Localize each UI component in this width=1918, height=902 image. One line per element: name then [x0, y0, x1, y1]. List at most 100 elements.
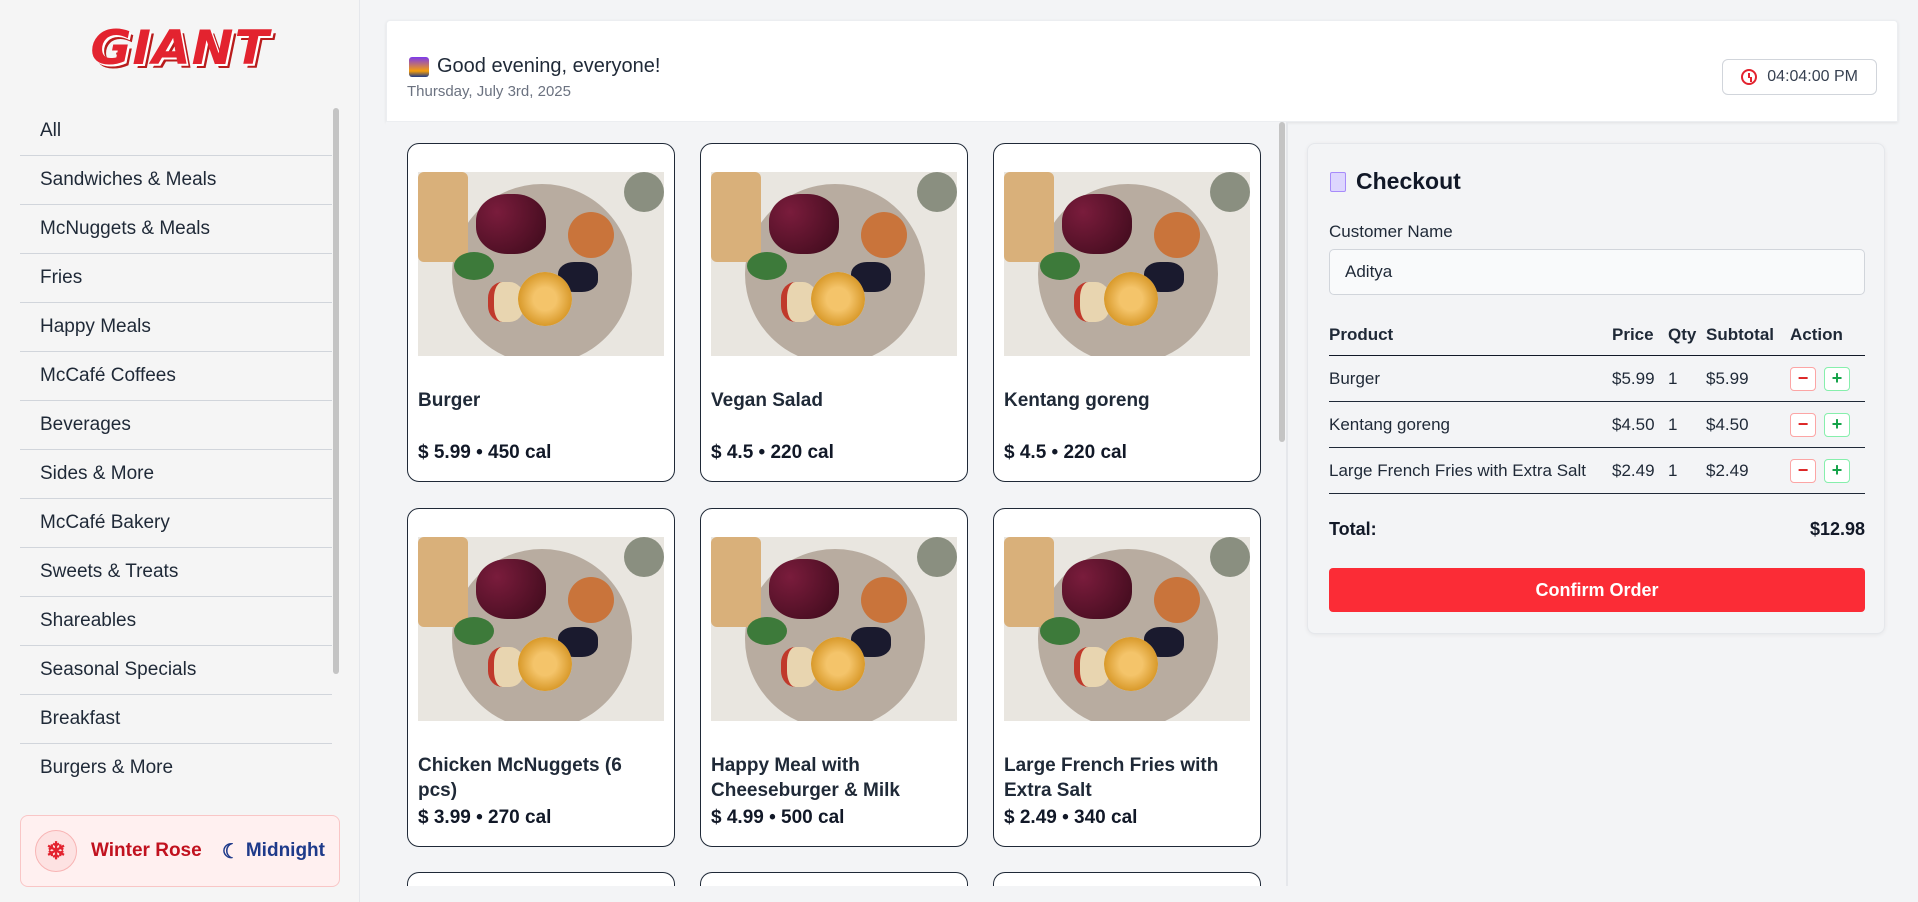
time-text: 04:04:00 PM: [1767, 68, 1858, 85]
product-card-chicken-mcnuggets[interactable]: Chicken McNuggets (6 pcs) $ 3.99 • 270 c…: [407, 508, 675, 847]
checkout-panel: Checkout Customer Name Product Price Qty…: [1307, 143, 1885, 634]
category-item-burgers-more[interactable]: Burgers & More: [20, 744, 332, 781]
clock-icon: [1741, 69, 1758, 85]
customer-name-input[interactable]: [1329, 249, 1865, 295]
checkout-title: Checkout: [1330, 168, 1461, 195]
sidebar-scrollbar[interactable]: [333, 108, 339, 674]
col-product: Product: [1329, 324, 1394, 344]
category-item-sweets-treats[interactable]: Sweets & Treats: [20, 548, 332, 597]
product-card-partial[interactable]: [700, 872, 968, 886]
decrease-qty-button[interactable]: −: [1790, 458, 1816, 483]
moon-icon: ☾: [221, 840, 240, 863]
total-row: Total: $12.98: [1329, 519, 1865, 540]
greeting: Good evening, everyone!: [409, 55, 661, 78]
order-subtotal: $5.99: [1706, 368, 1749, 388]
date-text: Thursday, July 3rd, 2025: [407, 83, 571, 100]
brand-logo[interactable]: GIANT: [0, 18, 360, 78]
theme-midnight-button[interactable]: ☾ Midnight: [222, 839, 325, 864]
order-qty: 1: [1668, 368, 1678, 388]
category-item-mcnuggets-meals[interactable]: McNuggets & Meals: [20, 205, 332, 254]
total-label: Total:: [1329, 519, 1377, 539]
order-row: Kentang goreng $4.50 1 $4.50 − +: [1329, 402, 1865, 448]
increase-qty-button[interactable]: +: [1824, 458, 1850, 483]
total-value: $12.98: [1809, 519, 1865, 539]
category-list: All Sandwiches & Meals McNuggets & Meals…: [20, 107, 332, 781]
product-image: [711, 537, 957, 721]
category-item-seasonal-specials[interactable]: Seasonal Specials: [20, 646, 332, 695]
col-qty: Qty: [1668, 324, 1697, 344]
clock-pill: 04:04:00 PM: [1722, 59, 1877, 95]
order-actions: − +: [1790, 412, 1865, 437]
decrease-qty-button[interactable]: −: [1790, 412, 1816, 437]
col-action: Action: [1790, 324, 1843, 344]
greeting-text: Good evening, everyone!: [437, 55, 661, 77]
decrease-qty-button[interactable]: −: [1790, 366, 1816, 391]
product-name: Kentang goreng: [1004, 390, 1150, 411]
increase-qty-button[interactable]: +: [1824, 366, 1850, 391]
category-item-breakfast[interactable]: Breakfast: [20, 695, 332, 744]
product-name: Large French Fries with Extra Salt: [1004, 755, 1219, 801]
logo-text: GIANT: [90, 20, 270, 76]
product-name: Vegan Salad: [711, 390, 823, 411]
product-card-burger[interactable]: Burger $ 5.99 • 450 cal: [407, 143, 675, 482]
product-image: [1004, 537, 1250, 721]
product-price: $ 3.99 • 270 cal: [418, 807, 552, 828]
receipt-icon: [1330, 171, 1346, 192]
category-item-mccafe-bakery[interactable]: McCafé Bakery: [20, 499, 332, 548]
product-grid: Burger $ 5.99 • 450 cal Vegan Salad $ 4.…: [386, 122, 1286, 886]
order-actions: − +: [1790, 366, 1865, 391]
col-subtotal: Subtotal: [1706, 324, 1774, 344]
increase-qty-button[interactable]: +: [1824, 412, 1850, 437]
theme-midnight-label: Midnight: [245, 840, 325, 861]
product-price: $ 5.99 • 450 cal: [418, 442, 552, 463]
panel-divider: [1286, 122, 1288, 886]
order-qty: 1: [1668, 414, 1678, 434]
category-item-shareables[interactable]: Shareables: [20, 597, 332, 646]
product-image: [711, 172, 957, 356]
category-item-beverages[interactable]: Beverages: [20, 401, 332, 450]
header: Good evening, everyone! Thursday, July 3…: [386, 20, 1898, 122]
order-actions: − +: [1790, 458, 1865, 483]
order-row: Large French Fries with Extra Salt $2.49…: [1329, 448, 1865, 494]
product-card-partial[interactable]: [993, 872, 1261, 886]
order-row: Burger $5.99 1 $5.99 − +: [1329, 356, 1865, 402]
product-card-kentang-goreng[interactable]: Kentang goreng $ 4.5 • 220 cal: [993, 143, 1261, 482]
product-card-happy-meal[interactable]: Happy Meal with Cheeseburger & Milk $ 4.…: [700, 508, 968, 847]
order-product: Large French Fries with Extra Salt: [1329, 460, 1586, 480]
checkout-title-text: Checkout: [1356, 168, 1461, 194]
category-item-sandwiches-meals[interactable]: Sandwiches & Meals: [20, 156, 332, 205]
product-name: Chicken McNuggets (6 pcs): [418, 755, 622, 801]
category-item-sides-more[interactable]: Sides & More: [20, 450, 332, 499]
order-subtotal: $2.49: [1706, 460, 1749, 480]
product-card-large-french-fries[interactable]: Large French Fries with Extra Salt $ 2.4…: [993, 508, 1261, 847]
product-name: Burger: [418, 390, 481, 411]
category-item-fries[interactable]: Fries: [20, 254, 332, 303]
theme-switcher: ❄ Winter Rose ☾ Midnight: [20, 815, 340, 887]
order-subtotal: $4.50: [1706, 414, 1749, 434]
product-card-vegan-salad[interactable]: Vegan Salad $ 4.5 • 220 cal: [700, 143, 968, 482]
order-price: $2.49: [1612, 460, 1655, 480]
theme-winter-rose-button[interactable]: ❄ Winter Rose: [35, 830, 202, 872]
order-price: $5.99: [1612, 368, 1655, 388]
product-image: [1004, 172, 1250, 356]
product-scrollbar[interactable]: [1279, 122, 1285, 442]
order-qty: 1: [1668, 460, 1678, 480]
product-card-partial[interactable]: [407, 872, 675, 886]
product-price: $ 4.99 • 500 cal: [711, 807, 845, 828]
product-price: $ 4.5 • 220 cal: [711, 442, 834, 463]
col-price: Price: [1612, 324, 1654, 344]
order-product: Kentang goreng: [1329, 414, 1450, 434]
category-item-all[interactable]: All: [20, 107, 332, 156]
customer-name-label: Customer Name: [1329, 222, 1453, 241]
order-table: Product Price Qty Subtotal Action Burger…: [1329, 314, 1865, 494]
theme-winter-rose-label: Winter Rose: [91, 840, 202, 861]
snowflake-icon: ❄: [35, 830, 77, 872]
category-item-happy-meals[interactable]: Happy Meals: [20, 303, 332, 352]
confirm-order-button[interactable]: Confirm Order: [1329, 568, 1865, 612]
sidebar: GIANT All Sandwiches & Meals McNuggets &…: [0, 0, 360, 902]
order-product: Burger: [1329, 368, 1381, 388]
product-price: $ 4.5 • 220 cal: [1004, 442, 1127, 463]
order-price: $4.50: [1612, 414, 1655, 434]
category-item-mccafe-coffees[interactable]: McCafé Coffees: [20, 352, 332, 401]
product-name: Happy Meal with Cheeseburger & Milk: [711, 755, 900, 801]
